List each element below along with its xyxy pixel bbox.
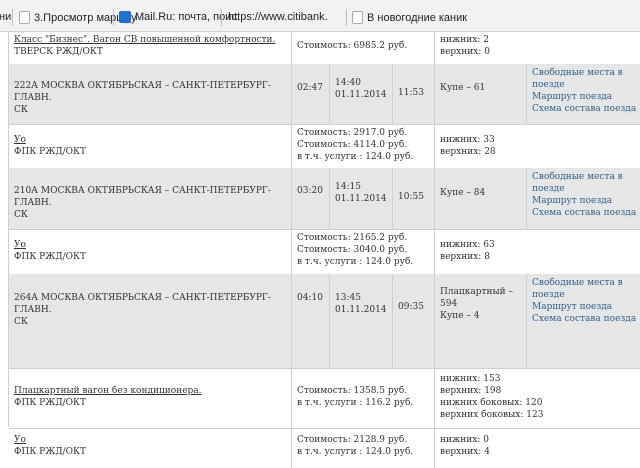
train-composition-link[interactable]: Схема состава поезда [532,103,639,115]
bookmark-separator [346,9,347,26]
train-route-cont: СК [14,210,28,220]
car-carrier: ТВЕРСК РЖД/ОКТ [14,47,103,57]
departure-time: 04:10 [297,293,323,303]
car-carrier: ФПК РЖД/ОКТ [14,252,87,262]
train-route-link[interactable]: Маршрут поезда [532,301,639,313]
train-results-table: Класс "Бизнес". Вагон СВ повышенной комф… [8,31,640,468]
seats-line: верхних боковых: 123 [440,410,544,420]
free-seats-link[interactable]: Свободные места в поезде [532,277,639,301]
train-row: 210А МОСКВА ОКТЯБРЬСКАЯ – САНКТ-ПЕТЕРБУР… [9,168,640,230]
arrival-time: 14:15 [335,182,361,192]
car-row: Уо ФПК РЖД/ОКТ Стоимость: 2165.2 руб. Ст… [9,229,640,275]
price-line: Стоимость: 1358.5 руб. [297,386,408,396]
bookmarks-bar: ни 3.Просмотр маршру Mail.Ru: почта, пои… [0,4,640,32]
bookmark-item[interactable]: https://www.citibank. [228,11,328,23]
car-carrier: ФПК РЖД/ОКТ [14,398,87,408]
bookmark-label: В новогодние каник [367,11,468,24]
train-route-link[interactable]: Маршрут поезда [532,195,639,207]
train-route[interactable]: 210А МОСКВА ОКТЯБРЬСКАЯ – САНКТ-ПЕТЕРБУР… [14,186,271,208]
arrival-date: 01.11.2014 [335,305,387,315]
seats-line: верхних: 4 [440,447,490,457]
seats-line: верхних: 0 [440,47,490,57]
bookmark-separator [113,9,114,26]
car-row: Класс "Бизнес". Вагон СВ повышенной комф… [9,31,640,65]
arrival-date: 01.11.2014 [335,90,387,100]
seats-line: нижних: 153 [440,374,501,384]
bookmark-separator [221,9,222,26]
price-line: в т.ч. услуги : 116.2 руб. [297,398,414,408]
car-row: Уо ФПК РЖД/ОКТ Стоимость: 2917.0 руб. Ст… [9,124,640,169]
car-type: Купе – 4 [440,311,480,321]
train-route[interactable]: 222А МОСКВА ОКТЯБРЬСКАЯ – САНКТ-ПЕТЕРБУР… [14,81,271,103]
train-composition-link[interactable]: Схема состава поезда [532,313,639,325]
car-type: 594 [440,299,458,309]
car-description: Уо [14,240,26,250]
price-line: в т.ч. услуги : 124.0 руб. [297,257,414,267]
arrival-date: 01.11.2014 [335,194,387,204]
train-row: 264А МОСКВА ОКТЯБРЬСКАЯ – САНКТ-ПЕТЕРБУР… [9,274,640,369]
price-line: Стоимость: 6985.2 руб. [297,41,408,51]
price-line: Стоимость: 4114.0 руб. [297,140,408,150]
train-route[interactable]: 264А МОСКВА ОКТЯБРЬСКАЯ – САНКТ-ПЕТЕРБУР… [14,293,271,315]
car-description: Класс "Бизнес". Вагон СВ повышенной комф… [14,35,276,45]
bookmark-separator [12,9,13,26]
seats-line: верхних: 28 [440,147,496,157]
train-route-cont: СК [14,105,28,115]
seats-line: нижних: 2 [440,35,489,45]
mailru-icon [119,11,131,23]
train-composition-link[interactable]: Схема состава поезда [532,207,639,219]
train-route-link[interactable]: Маршрут поезда [532,91,639,103]
seats-line: нижних: 0 [440,435,489,445]
car-type: Купе – 84 [440,188,486,198]
price-line: Стоимость: 2165.2 руб. [297,233,408,243]
car-carrier: ФПК РЖД/ОКТ [14,447,87,457]
page-icon [19,11,30,24]
bookmark-item[interactable]: В новогодние каник [352,11,467,24]
seats-line: верхних: 8 [440,252,490,262]
seats-line: нижних: 63 [440,240,495,250]
car-row: Плацкартный вагон без кондиционера. ФПК … [9,368,640,429]
car-type: Купе – 61 [440,83,486,93]
price-line: в т.ч. услуги : 124.0 руб. [297,447,414,457]
page-icon [352,11,363,24]
travel-duration: 10:55 [398,192,424,202]
seats-line: нижних боковых: 120 [440,398,543,408]
train-row: 222А МОСКВА ОКТЯБРЬСКАЯ – САНКТ-ПЕТЕРБУР… [9,64,640,125]
seats-line: нижних: 33 [440,135,495,145]
bookmark-item[interactable]: ни [0,11,11,23]
car-carrier: ФПК РЖД/ОКТ [14,147,87,157]
arrival-time: 13:45 [335,293,361,303]
car-description: Уо [14,135,26,145]
car-description: Уо [14,435,26,445]
car-description: Плацкартный вагон без кондиционера. [14,386,202,396]
bookmark-label: ни [0,11,12,23]
seats-line: верхних: 198 [440,386,502,396]
car-type: Плацкартный – [440,287,513,297]
price-line: Стоимость: 2917.0 руб. [297,128,408,138]
price-line: Стоимость: 3040.0 руб. [297,245,408,255]
free-seats-link[interactable]: Свободные места в поезде [532,171,639,195]
bookmark-label: https://www.citibank. [228,11,328,23]
travel-duration: 09:35 [398,302,424,312]
departure-time: 02:47 [297,83,323,93]
travel-duration: 11:53 [398,88,424,98]
departure-time: 03:20 [297,186,323,196]
price-line: Стоимость: 2128.9 руб. [297,435,408,445]
price-line: в т.ч. услуги : 124.0 руб. [297,152,414,162]
arrival-time: 14:40 [335,78,361,88]
free-seats-link[interactable]: Свободные места в поезде [532,67,639,91]
bookmark-item[interactable]: Mail.Ru: почта, поис [119,11,237,23]
car-row: Уо ФПК РЖД/ОКТ Стоимость: 2128.9 руб. в … [9,428,640,468]
train-route-cont: СК [14,317,28,327]
